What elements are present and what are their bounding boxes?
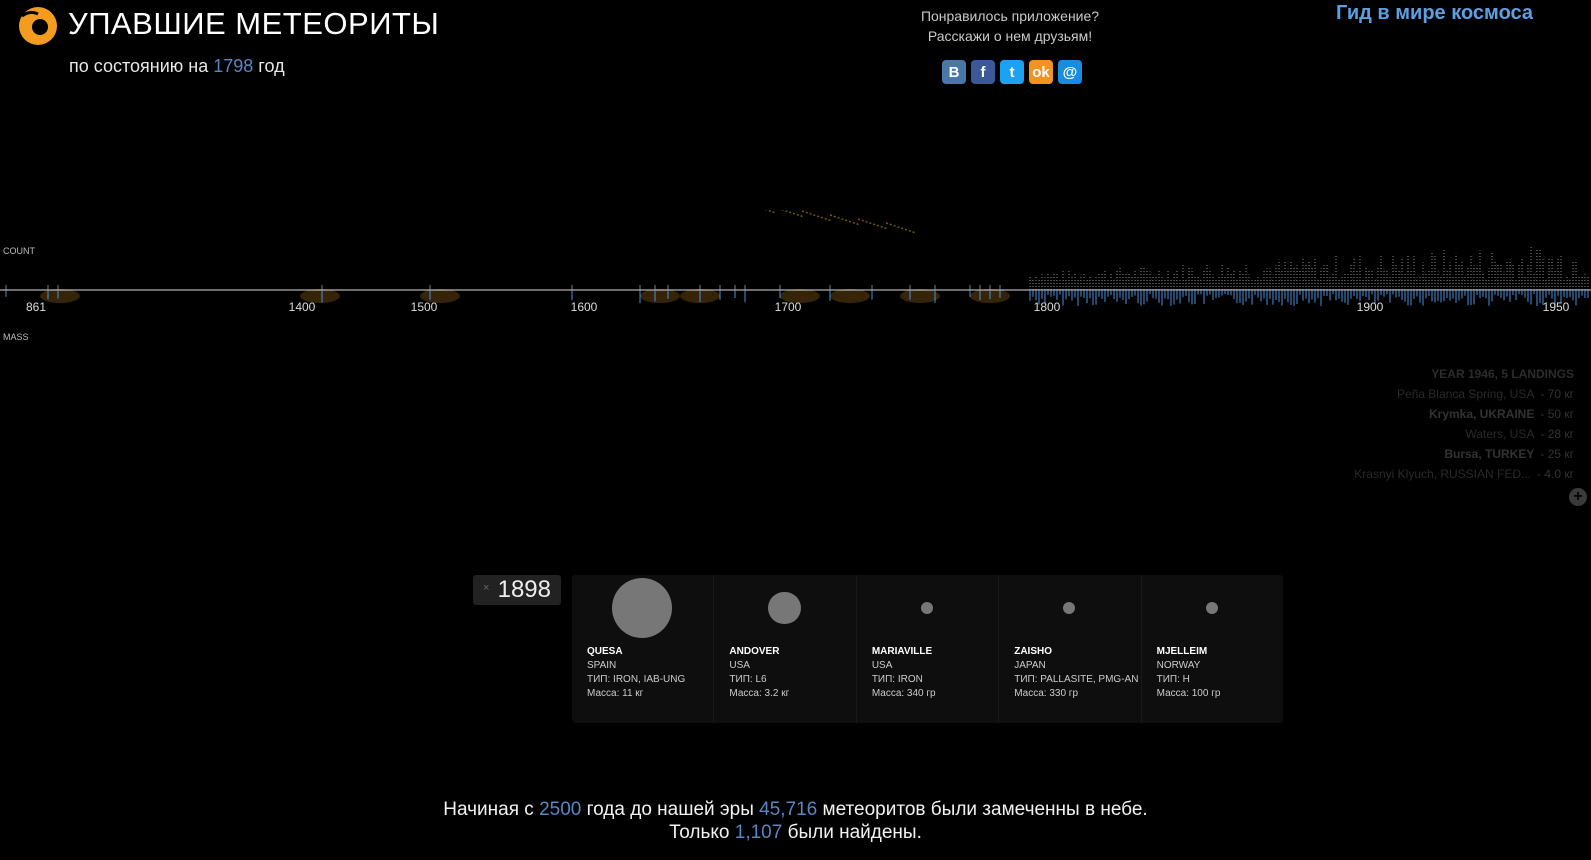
meteor-streak	[801, 210, 833, 222]
twitter-icon[interactable]: t	[1000, 60, 1024, 84]
meteor-glow	[640, 289, 680, 303]
selected-year: 1898	[497, 576, 551, 603]
meteorite-card[interactable]: QUESA SPAIN ТИП: IRON, IAB-UNG Масса: 11 кг	[572, 575, 715, 723]
legend-header: YEAR 1946, 5 LANDINGS	[1431, 367, 1574, 381]
legend-row: Krymka, UKRAINE - 50 кг	[1428, 407, 1574, 421]
card-mass: Масса: 11 кг	[587, 688, 644, 699]
card-details: MJELLEIM NORWAY ТИП: H Масса: 100 гр	[1157, 645, 1221, 701]
meteor-streak	[780, 210, 805, 218]
expand-plus-icon[interactable]: +	[1569, 488, 1587, 506]
tick-label: 1800	[1033, 300, 1061, 314]
share-buttons: Вf t ok @	[942, 60, 1082, 84]
card-details: ZAISHO JAPAN ТИП: PALLASITE, PMG-AN Масса: …	[1014, 645, 1138, 701]
card-type: ТИП: IRON	[871, 674, 923, 685]
card-details: ANDOVER USA ТИП: L6 Масса: 3.2 кг	[729, 645, 789, 701]
selected-year-box: × 1898	[473, 575, 561, 605]
vk-icon[interactable]: В	[942, 60, 966, 84]
meteor-streak	[829, 214, 861, 226]
page-title: УПАВШИЕ МЕТЕОРИТЫ	[68, 6, 440, 41]
card-country: USA	[871, 660, 893, 671]
meteor-streak	[764, 210, 777, 214]
page-subtitle: по состоянию на 1798 год	[69, 56, 285, 76]
card-type: ТИП: H	[1156, 674, 1190, 685]
mass-circle	[920, 602, 933, 614]
card-country: USA	[729, 660, 750, 671]
card-country: SPAIN	[587, 660, 617, 671]
facebook-icon[interactable]: f	[971, 60, 995, 84]
card-country: NORWAY	[1156, 660, 1201, 671]
card-mass: Масса: 100 гр	[1156, 688, 1221, 699]
tick-label: 1500	[410, 300, 438, 314]
tick-label: 1400	[288, 300, 316, 314]
current-year: 1798	[213, 56, 254, 76]
meteorite-cards: QUESA SPAIN ТИП: IRON, IAB-UNG Масса: 11 кг…	[572, 575, 1283, 723]
tick-label: 1700	[774, 300, 802, 314]
card-type: ТИП: IRON, IAB-UNG	[587, 674, 686, 685]
tick-label: 1950	[1542, 300, 1570, 314]
legend-row: Krasnyi Klyuch, RUSSIAN FED... - 4.0 кг	[1354, 467, 1574, 481]
timeline-chart[interactable]	[0, 210, 1591, 340]
card-name: ANDOVER	[729, 646, 780, 657]
card-mass: Масса: 330 гр	[1014, 688, 1079, 699]
logo-icon	[19, 7, 57, 45]
tick-label: 1900	[1356, 300, 1384, 314]
close-icon[interactable]: ×	[483, 582, 489, 594]
legend-row: Peña Blanca Spring, USA - 70 кг	[1396, 387, 1574, 401]
card-type: ТИП: PALLASITE, PMG-AN	[1014, 674, 1139, 685]
tick-label: 861	[25, 300, 47, 314]
guide-link[interactable]: Гид в мире космоса	[1336, 2, 1533, 25]
mass-circle	[1205, 602, 1218, 614]
meteorite-card[interactable]: ANDOVER USA ТИП: L6 Масса: 3.2 кг	[714, 575, 857, 723]
card-name: MARIAVILLE	[871, 646, 933, 657]
mass-circle	[612, 578, 672, 638]
meteor-glow	[900, 289, 940, 303]
card-details: MARIAVILLE USA ТИП: IRON Масса: 340 гр	[872, 645, 936, 701]
legend-row: Waters, USA - 28 кг	[1465, 427, 1574, 441]
card-country: JAPAN	[1014, 660, 1046, 671]
card-name: QUESA	[587, 646, 623, 657]
card-details: QUESA SPAIN ТИП: IRON, IAB-UNG Масса: 11 кг	[587, 645, 685, 701]
card-name: MJELLEIM	[1156, 646, 1208, 657]
meteorite-card[interactable]: MARIAVILLE USA ТИП: IRON Масса: 340 гр	[857, 575, 1000, 723]
odnoklassniki-icon[interactable]: ok	[1029, 60, 1053, 84]
summary-line-1: Начиная с 2500 года до нашей эры 45,716 …	[443, 799, 1148, 820]
tick-label: 1600	[570, 300, 598, 314]
card-mass: Масса: 340 гр	[871, 688, 936, 699]
year-landings-legend: YEAR 1946, 5 LANDINGS Peña Blanca Spring…	[1354, 364, 1574, 484]
card-name: ZAISHO	[1014, 646, 1052, 657]
meteorite-card[interactable]: MJELLEIM NORWAY ТИП: H Масса: 100 гр	[1142, 575, 1283, 723]
mass-circle	[768, 591, 801, 625]
card-type: ТИП: L6	[729, 674, 767, 685]
meteorite-card[interactable]: ZAISHO JAPAN ТИП: PALLASITE, PMG-AN Масса: …	[999, 575, 1142, 723]
legend-row: Bursa, TURKEY - 25 кг	[1444, 447, 1574, 461]
summary-line-2: Только 1,107 были найдены.	[669, 822, 922, 843]
share-prompt: Понравилось приложение? Расскажи о нем д…	[920, 8, 1100, 44]
card-mass: Масса: 3.2 кг	[729, 688, 790, 699]
meteor-glow	[830, 289, 870, 303]
mailru-icon[interactable]: @	[1058, 60, 1082, 84]
mass-circle	[1063, 602, 1076, 614]
meteor-streak	[857, 218, 889, 230]
meteor-streak	[885, 222, 917, 234]
